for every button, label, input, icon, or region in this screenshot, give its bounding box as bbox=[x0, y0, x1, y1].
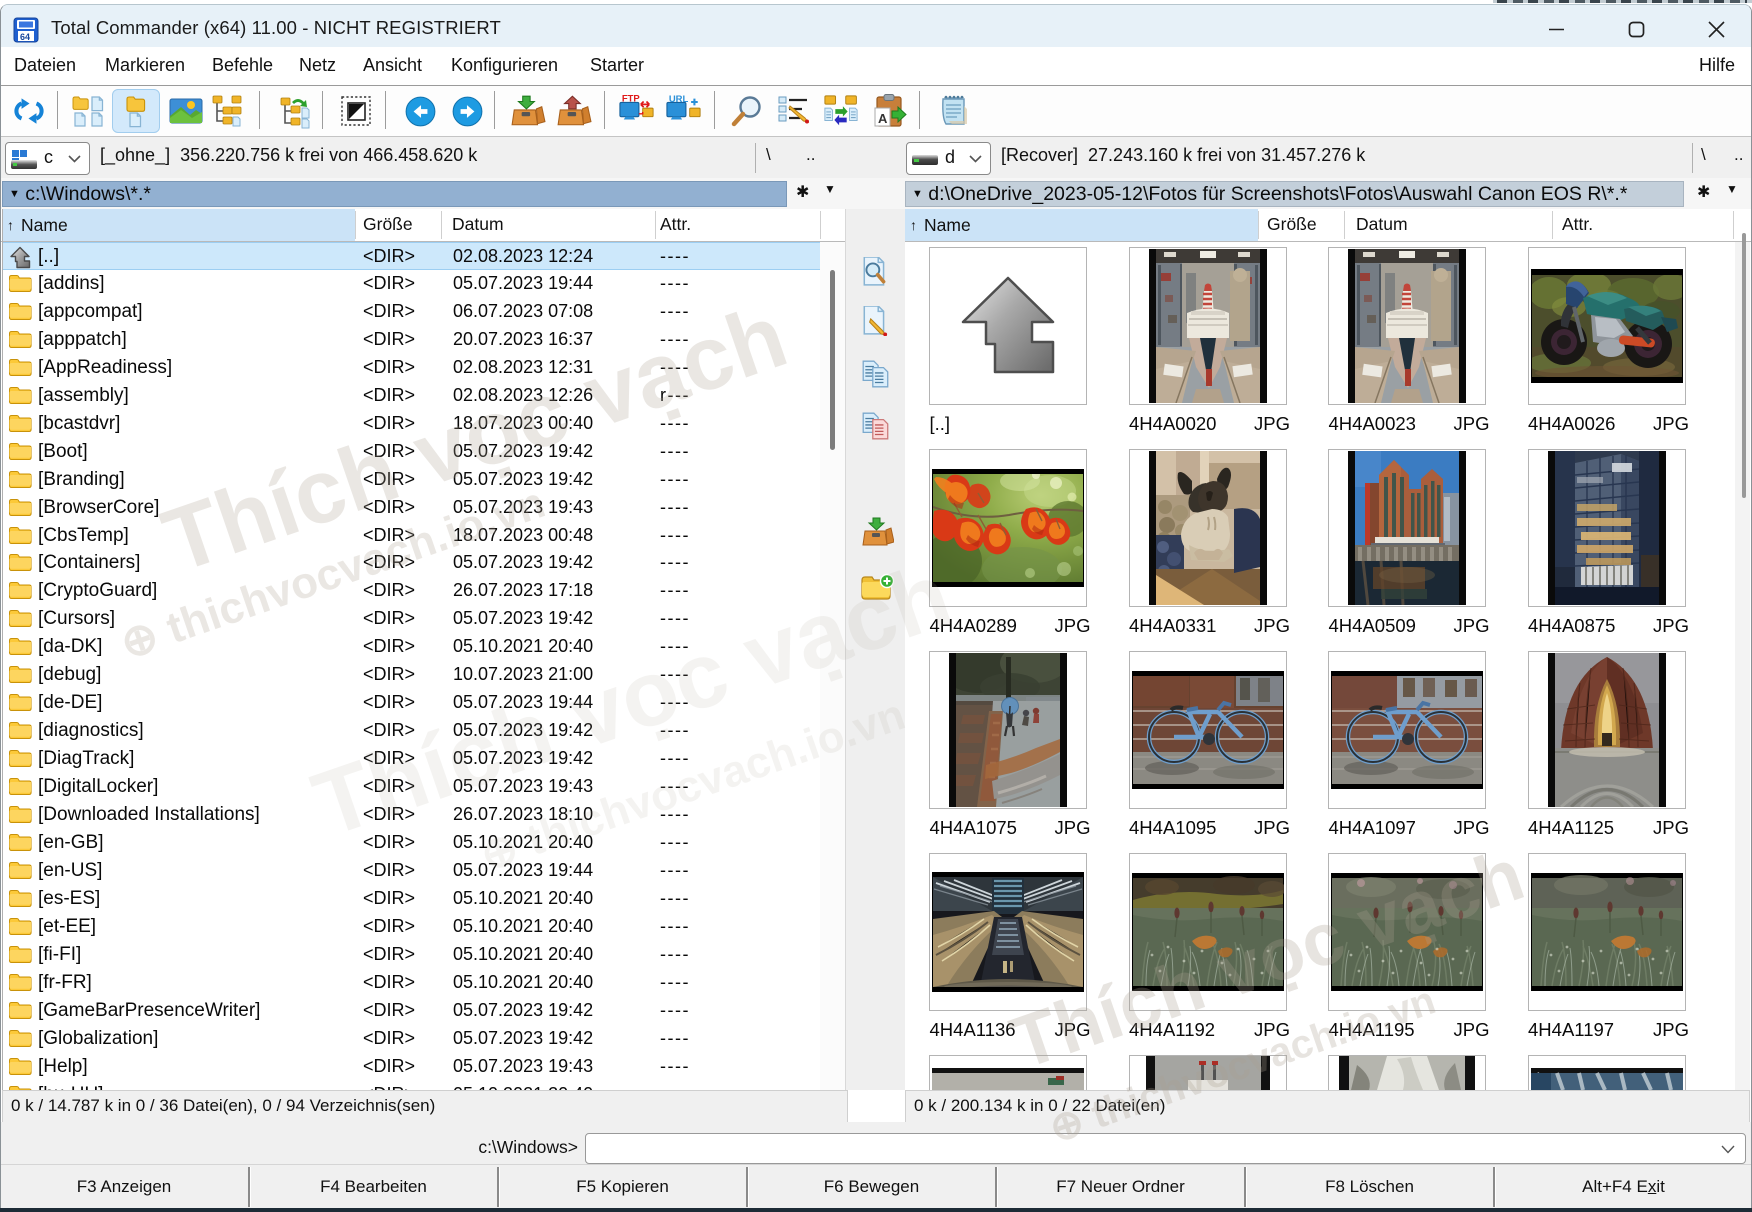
svg-text:URL: URL bbox=[669, 94, 689, 105]
svg-text:A: A bbox=[878, 111, 888, 126]
svg-text:FTP: FTP bbox=[622, 94, 640, 105]
svg-text:64: 64 bbox=[20, 32, 30, 42]
